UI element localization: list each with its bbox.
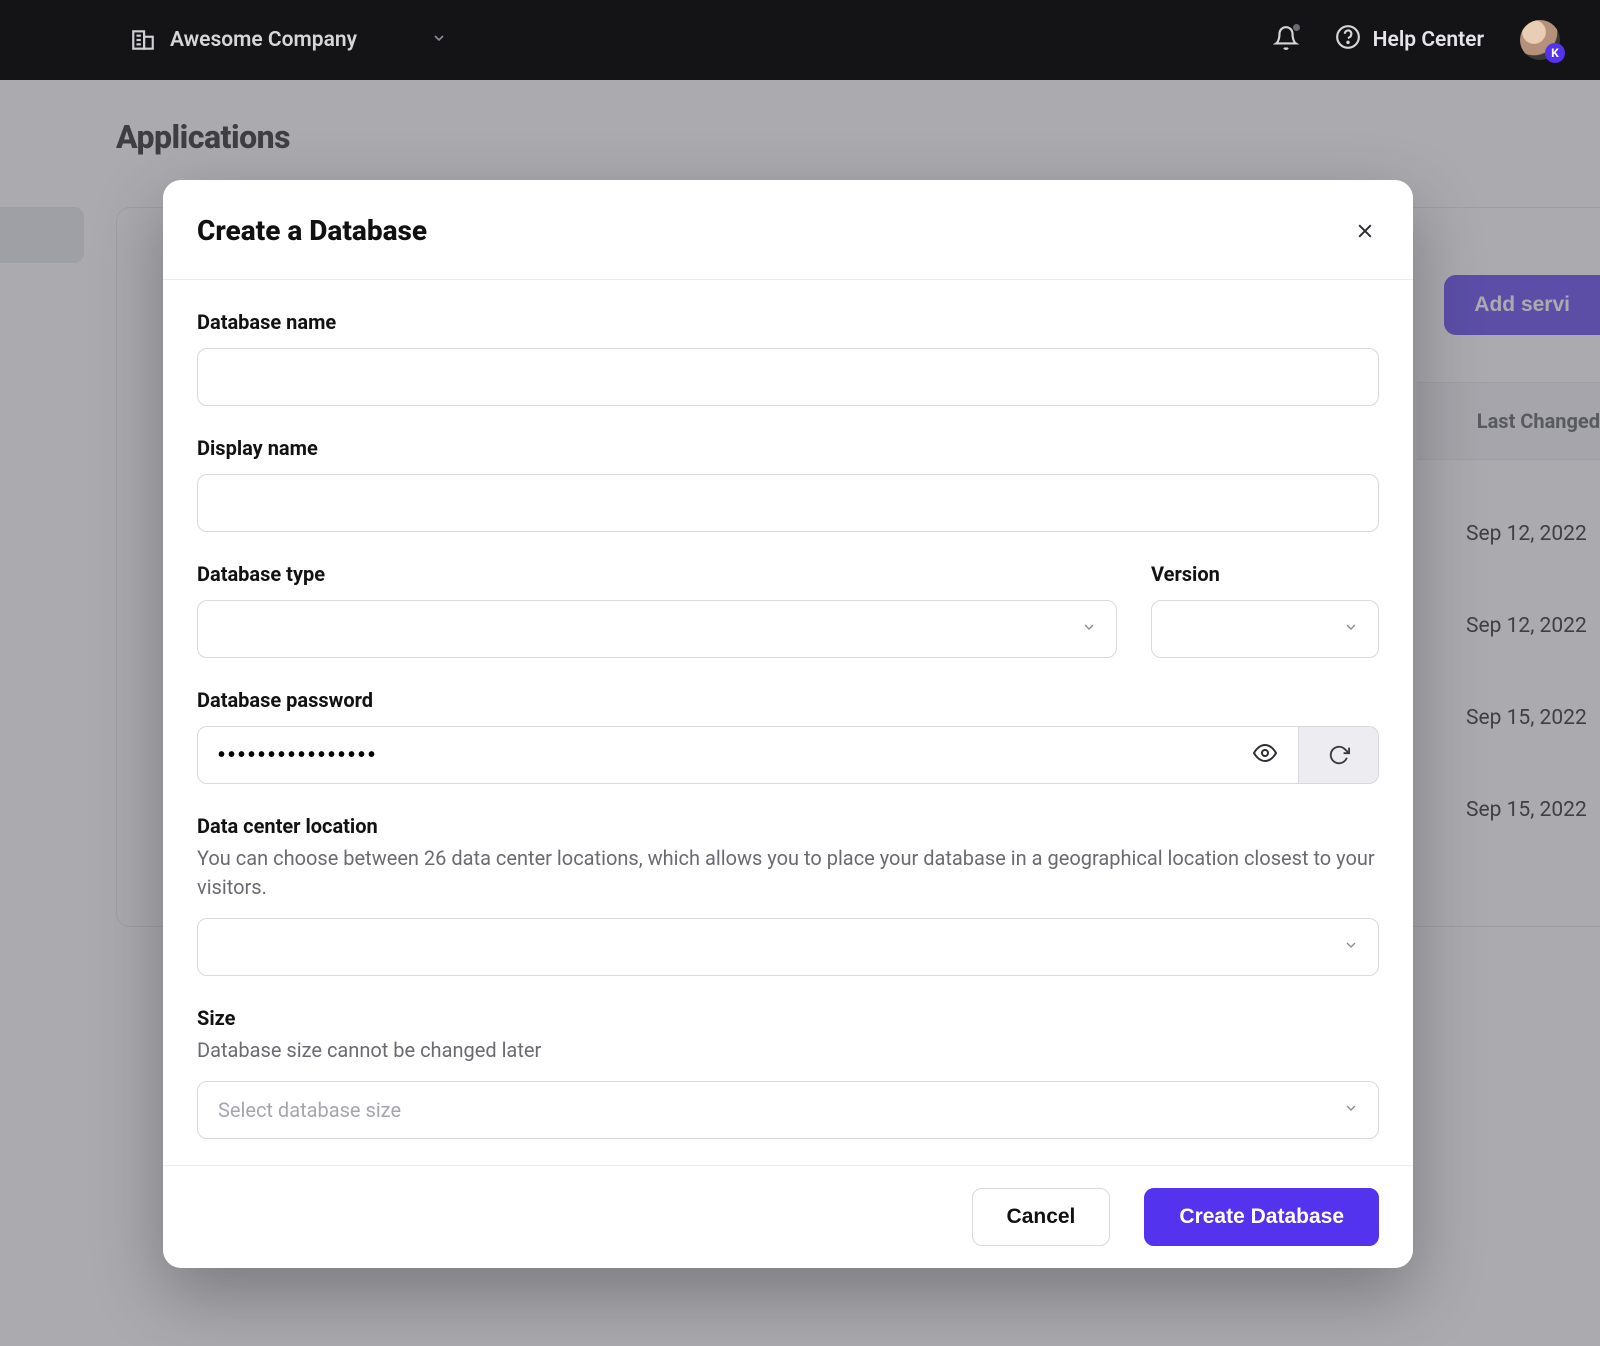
version-label: Version xyxy=(1151,562,1379,586)
database-name-input[interactable] xyxy=(197,348,1379,406)
version-select[interactable] xyxy=(1151,600,1379,658)
help-icon xyxy=(1335,24,1361,56)
database-name-label: Database name xyxy=(197,310,1379,334)
show-password-button[interactable] xyxy=(1253,741,1277,769)
size-help-text: Database size cannot be changed later xyxy=(197,1036,1379,1065)
notification-dot-icon xyxy=(1293,24,1300,31)
company-name: Awesome Company xyxy=(170,28,357,52)
cancel-button[interactable]: Cancel xyxy=(972,1188,1111,1246)
size-select[interactable]: Select database size xyxy=(197,1081,1379,1139)
data-center-help-text: You can choose between 26 data center lo… xyxy=(197,844,1379,902)
create-database-modal: Create a Database Database name Display … xyxy=(163,180,1413,1268)
display-name-input[interactable] xyxy=(197,474,1379,532)
create-database-button[interactable]: Create Database xyxy=(1144,1188,1379,1246)
regenerate-password-button[interactable] xyxy=(1299,726,1379,784)
help-center-label: Help Center xyxy=(1373,28,1484,52)
topbar: Awesome Company Help Center K xyxy=(0,0,1600,80)
data-center-location-label: Data center location xyxy=(197,814,1379,838)
data-center-location-select[interactable] xyxy=(197,918,1379,976)
database-type-label: Database type xyxy=(197,562,1117,586)
close-button[interactable] xyxy=(1351,217,1379,245)
topbar-right: Help Center K xyxy=(1273,20,1560,60)
display-name-label: Display name xyxy=(197,436,1379,460)
chevron-down-icon xyxy=(431,30,447,50)
database-password-input[interactable] xyxy=(197,726,1299,784)
modal-overlay[interactable]: Create a Database Database name Display … xyxy=(0,80,1600,1346)
avatar[interactable]: K xyxy=(1520,20,1560,60)
size-placeholder: Select database size xyxy=(218,1098,401,1122)
avatar-badge: K xyxy=(1545,43,1565,63)
notifications-button[interactable] xyxy=(1273,25,1299,55)
company-icon xyxy=(130,27,156,53)
database-type-select[interactable] xyxy=(197,600,1117,658)
company-switcher[interactable]: Awesome Company xyxy=(130,27,447,53)
size-label: Size xyxy=(197,1006,1379,1030)
modal-title: Create a Database xyxy=(197,214,427,247)
help-center-button[interactable]: Help Center xyxy=(1335,24,1484,56)
database-password-label: Database password xyxy=(197,688,1379,712)
